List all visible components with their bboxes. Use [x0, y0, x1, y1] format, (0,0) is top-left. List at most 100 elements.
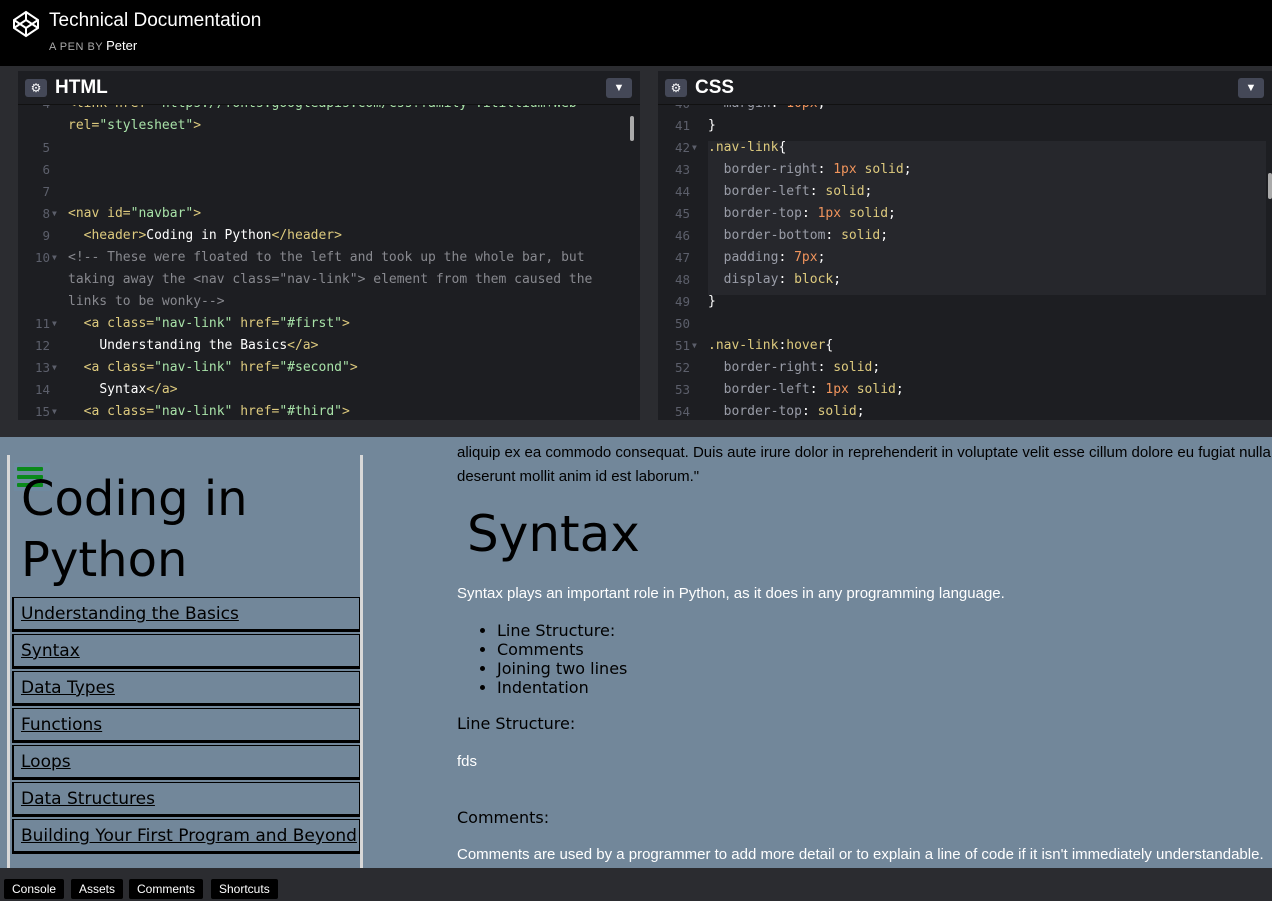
assets-button[interactable]: Assets	[71, 879, 124, 899]
fold-arrow-icon[interactable]: ▼	[52, 313, 57, 335]
codepen-logo-icon[interactable]	[12, 10, 40, 38]
gear-icon[interactable]: ⚙	[25, 79, 47, 97]
pen-header: Technical Documentation A PEN BY Peter	[0, 0, 1272, 66]
result-preview: Coding in Python Understanding the Basic…	[0, 437, 1272, 868]
code-line[interactable]: 41}	[658, 115, 1272, 137]
bottom-toolbar: Console Assets Comments Shortcuts	[0, 868, 1272, 901]
fold-arrow-icon[interactable]: ▼	[692, 335, 697, 357]
line-number: 7	[42, 184, 50, 199]
code-line[interactable]: 50	[658, 313, 1272, 335]
pen-author-line: A PEN BY Peter	[49, 38, 137, 53]
code-text: <a class="nav-link" href="#second">	[83, 360, 358, 375]
code-line[interactable]: 12 Understanding the Basics</a>	[18, 335, 640, 357]
code-line[interactable]: 10 ▼ <!-- These were floated to the left a…	[18, 247, 640, 269]
code-line[interactable]: 51 ▼ .nav-link:hover{	[658, 335, 1272, 357]
nav-link-functions[interactable]: Functions	[12, 708, 360, 743]
fold-arrow-icon[interactable]: ▼	[52, 203, 57, 225]
line-number: 51	[674, 338, 690, 353]
editor-resize-handle-middle[interactable]	[640, 71, 658, 420]
code-text: Understanding the Basics</a>	[99, 338, 319, 353]
code-line[interactable]: 40 margin: 10px;	[658, 105, 1272, 115]
code-line[interactable]: 44 border-left: solid;	[658, 181, 1272, 203]
code-line[interactable]: 9 <header>Coding in Python</header>	[18, 225, 640, 247]
code-text: .nav-link:hover{	[708, 338, 834, 353]
syntax-list: Line Structure: Comments Joining two lin…	[497, 621, 627, 697]
code-line[interactable]: links to be wonky-->	[18, 291, 640, 313]
line-structure-text: fds	[457, 753, 478, 770]
preview-resize-bar[interactable]	[0, 420, 1272, 437]
css-code-area[interactable]: 40 margin: 10px;41}42▼.nav-link{43 borde…	[658, 105, 1272, 420]
nav-link-first-program[interactable]: Building Your First Program and Beyond	[12, 819, 360, 854]
code-line[interactable]: 45 border-top: 1px solid;	[658, 203, 1272, 225]
code-line[interactable]: 52 border-right: solid;	[658, 357, 1272, 379]
fold-arrow-icon[interactable]: ▼	[52, 357, 57, 379]
html-editor-scrollbar[interactable]	[630, 116, 634, 141]
code-text: <!-- These were floated to the left and …	[68, 250, 585, 265]
code-text: border-left: solid;	[723, 184, 873, 199]
editor-resize-handle-left[interactable]	[0, 71, 18, 420]
css-editor[interactable]: ⚙ CSS ▼ 40 margin: 10px;41}42▼.nav-link{…	[658, 71, 1272, 420]
code-line[interactable]: 46 border-bottom: solid;	[658, 225, 1272, 247]
console-button[interactable]: Console	[4, 879, 65, 899]
code-line[interactable]: 49}	[658, 291, 1272, 313]
code-text: <nav id="navbar">	[68, 206, 202, 221]
line-number: 53	[674, 382, 690, 397]
fold-arrow-icon[interactable]: ▼	[52, 401, 57, 420]
code-line[interactable]: 15 ▼ <a class="nav-link" href="#third">	[18, 401, 640, 420]
code-line[interactable]: 54 border-top: solid;	[658, 401, 1272, 420]
code-line[interactable]: 48 display: block;	[658, 269, 1272, 291]
line-number: 50	[674, 316, 690, 331]
code-line[interactable]: rel="stylesheet">	[18, 115, 640, 137]
code-line[interactable]: 53 border-left: 1px solid;	[658, 379, 1272, 401]
list-item: Line Structure:	[497, 621, 627, 640]
line-number: 14	[34, 382, 50, 397]
line-number: 41	[674, 118, 690, 133]
shortcuts-button[interactable]: Shortcuts	[211, 879, 278, 899]
html-editor-title: HTML	[55, 77, 108, 98]
code-text: taking away the <nav class="nav-link"> e…	[68, 272, 593, 287]
code-line[interactable]: taking away the <nav class="nav-link"> e…	[18, 269, 640, 291]
html-editor[interactable]: ⚙ HTML ▼ 4 <link href="https://fonts.goog…	[18, 71, 640, 420]
line-number: 9	[42, 228, 50, 243]
pen-title[interactable]: Technical Documentation	[49, 10, 261, 32]
code-line[interactable]: 47 padding: 7px;	[658, 247, 1272, 269]
code-line[interactable]: 11 ▼ <a class="nav-link" href="#first">	[18, 313, 640, 335]
chevron-down-icon[interactable]: ▼	[1238, 78, 1264, 98]
html-code-area[interactable]: 4 <link href="https://fonts.googleapis.co…	[18, 105, 640, 420]
code-text: rel="stylesheet">	[68, 118, 202, 133]
code-text: .nav-link{	[708, 140, 787, 155]
pen-author-link[interactable]: Peter	[106, 38, 137, 53]
syntax-intro: Syntax plays an important role in Python…	[457, 585, 1005, 602]
code-line[interactable]: 8 ▼ <nav id="navbar">	[18, 203, 640, 225]
code-line[interactable]: 6	[18, 159, 640, 181]
css-editor-scrollbar[interactable]	[1268, 173, 1272, 199]
code-text: Syntax</a>	[99, 382, 178, 397]
line-number: 11	[34, 316, 50, 331]
nav-link-syntax[interactable]: Syntax	[12, 634, 360, 669]
line-number: 10	[34, 250, 50, 265]
line-number: 42	[674, 140, 690, 155]
nav-link-data-types[interactable]: Data Types	[12, 671, 360, 706]
line-number: 13	[34, 360, 50, 375]
code-line[interactable]: 4 <link href="https://fonts.googleapis.co…	[18, 105, 640, 115]
nav-link-loops[interactable]: Loops	[12, 745, 360, 780]
line-number: 43	[674, 162, 690, 177]
line-number: 45	[674, 206, 690, 221]
code-line[interactable]: 5	[18, 137, 640, 159]
gear-icon[interactable]: ⚙	[665, 79, 687, 97]
chevron-down-icon[interactable]: ▼	[606, 78, 632, 98]
code-line[interactable]: 7	[18, 181, 640, 203]
code-line[interactable]: 14 Syntax</a>	[18, 379, 640, 401]
code-line[interactable]: 13 ▼ <a class="nav-link" href="#second">	[18, 357, 640, 379]
code-text: border-right: 1px solid;	[723, 162, 912, 177]
code-line[interactable]: 42 ▼ .nav-link{	[658, 137, 1272, 159]
code-text: border-left: 1px solid;	[723, 382, 904, 397]
nav-link-basics[interactable]: Understanding the Basics	[12, 597, 360, 632]
fold-arrow-icon[interactable]: ▼	[692, 137, 697, 159]
fold-arrow-icon[interactable]: ▼	[52, 247, 57, 269]
line-number: 46	[674, 228, 690, 243]
line-number: 48	[674, 272, 690, 287]
nav-link-data-structures[interactable]: Data Structures	[12, 782, 360, 817]
code-line[interactable]: 43 border-right: 1px solid;	[658, 159, 1272, 181]
comments-button[interactable]: Comments	[129, 879, 204, 899]
